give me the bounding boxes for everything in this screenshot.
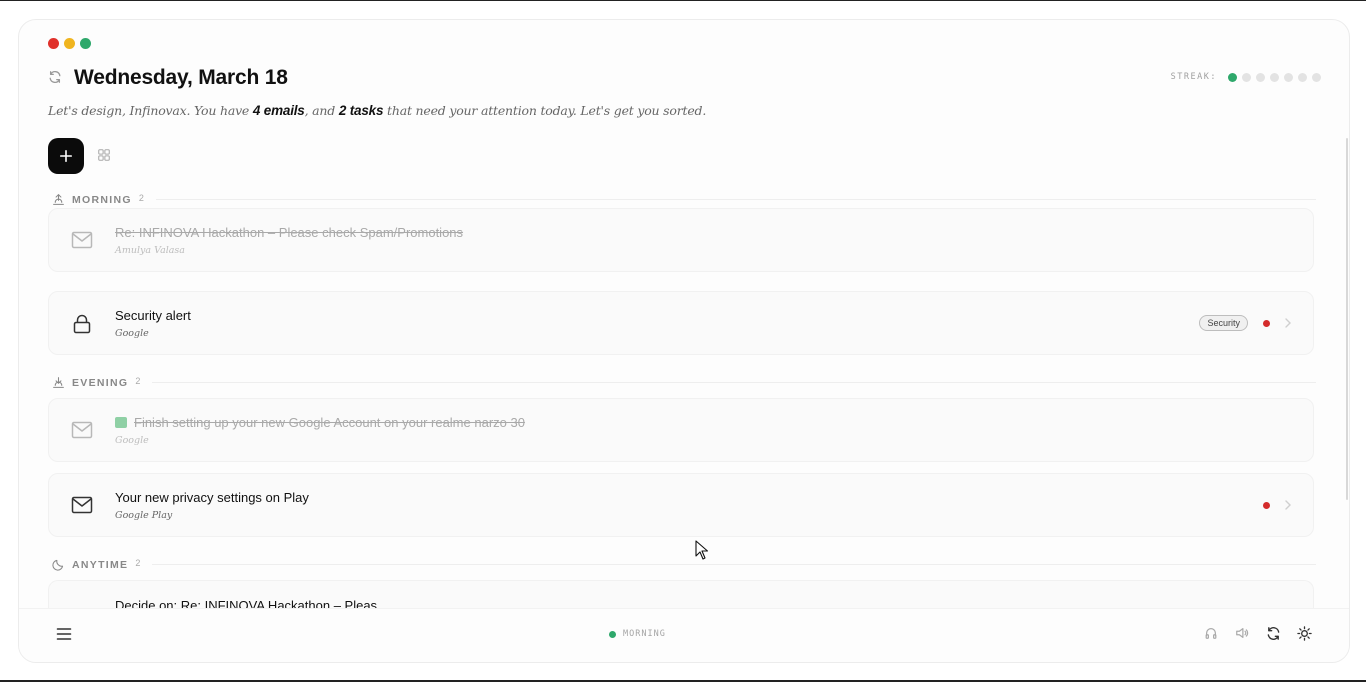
greeting-subtitle: Let's design, Infinovax. You have 4 emai… xyxy=(48,103,706,118)
maximize-window-button[interactable] xyxy=(80,38,91,49)
chevron-right-icon[interactable] xyxy=(1283,498,1293,512)
email-subject: Your new privacy settings on Play xyxy=(115,490,309,505)
email-sender: Google xyxy=(115,328,149,339)
section-divider xyxy=(155,199,1316,200)
email-card[interactable]: Security alert Google Security xyxy=(48,291,1314,355)
email-sender: Google Play xyxy=(115,510,173,521)
section-divider xyxy=(152,382,1316,383)
section-header-evening: EVENING 2 xyxy=(52,376,1316,389)
streak-day-dot xyxy=(1298,72,1307,82)
minimize-window-button[interactable] xyxy=(64,38,75,49)
screen-top-edge xyxy=(0,0,1366,1)
current-period-indicator: MORNING xyxy=(609,629,666,639)
email-subject: Re: INFINOVA Hackathon – Please check Sp… xyxy=(115,225,464,240)
email-subject-text: Finish setting up your new Google Accoun… xyxy=(134,415,525,430)
category-badge: Security xyxy=(1199,315,1248,331)
toolbar xyxy=(1204,626,1313,642)
lock-icon xyxy=(71,314,93,334)
task-count: 2 tasks xyxy=(338,103,384,118)
unread-indicator xyxy=(1263,502,1270,509)
menu-icon[interactable] xyxy=(56,627,72,641)
page-title: Wednesday, March 18 xyxy=(74,66,288,89)
streak-label: STREAK: xyxy=(1170,72,1217,82)
app-window: Wednesday, March 18 STREAK: Let's design… xyxy=(18,19,1350,663)
section-count: 2 xyxy=(135,376,141,386)
moon-icon xyxy=(52,558,65,571)
check-emoji-icon xyxy=(115,417,127,428)
section-header-anytime: ANYTIME 2 xyxy=(52,558,1316,571)
period-status-dot xyxy=(609,630,616,638)
scrollbar[interactable] xyxy=(1346,138,1348,500)
streak-day-dot xyxy=(1312,72,1321,82)
section-label: ANYTIME xyxy=(72,558,129,571)
email-sender: Amulya Valasa xyxy=(115,245,185,256)
refresh-icon[interactable] xyxy=(48,70,62,84)
sun-theme-icon[interactable] xyxy=(1297,626,1313,642)
streak-day-dot xyxy=(1270,72,1279,82)
chevron-right-icon[interactable] xyxy=(1283,316,1293,330)
mail-icon xyxy=(71,421,93,441)
headphones-icon[interactable] xyxy=(1204,626,1220,642)
section-header-morning: MORNING 2 xyxy=(52,193,1316,206)
bottom-bar: MORNING xyxy=(19,608,1349,662)
sunrise-icon xyxy=(52,193,65,206)
streak-indicator: STREAK: xyxy=(1171,72,1321,82)
mail-icon xyxy=(71,231,93,251)
section-count: 2 xyxy=(138,193,144,203)
window-controls xyxy=(48,38,91,49)
close-window-button[interactable] xyxy=(48,38,59,49)
greeting-text: Let's design, Infinovax. You have xyxy=(48,103,253,118)
streak-day-dot xyxy=(1256,72,1265,82)
email-card[interactable]: Your new privacy settings on Play Google… xyxy=(48,473,1314,537)
mouse-cursor-icon xyxy=(695,540,709,560)
email-sender: Google xyxy=(115,435,149,446)
speaker-icon[interactable] xyxy=(1235,626,1251,642)
email-subject: Security alert xyxy=(115,308,191,323)
unread-indicator xyxy=(1263,320,1270,327)
streak-day-dot xyxy=(1228,72,1237,82)
plus-icon xyxy=(59,149,73,163)
period-label: MORNING xyxy=(623,629,666,639)
section-label: EVENING xyxy=(72,376,129,389)
section-count: 2 xyxy=(135,558,141,568)
mail-icon xyxy=(71,496,93,516)
section-divider xyxy=(152,564,1316,565)
add-button[interactable] xyxy=(48,138,84,174)
email-card[interactable]: Finish setting up your new Google Accoun… xyxy=(48,398,1314,462)
grid-view-icon[interactable] xyxy=(97,148,113,164)
section-label: MORNING xyxy=(72,193,132,206)
email-subject: Finish setting up your new Google Accoun… xyxy=(115,415,525,430)
streak-day-dot xyxy=(1284,72,1293,82)
greeting-text: , and xyxy=(304,103,339,118)
sync-icon[interactable] xyxy=(1266,626,1282,642)
sunset-icon xyxy=(52,376,65,389)
greeting-text: that need your attention today. Let's ge… xyxy=(383,103,707,118)
email-count: 4 emails xyxy=(252,103,305,118)
email-card[interactable]: Re: INFINOVA Hackathon – Please check Sp… xyxy=(48,208,1314,272)
streak-day-dot xyxy=(1242,72,1251,82)
